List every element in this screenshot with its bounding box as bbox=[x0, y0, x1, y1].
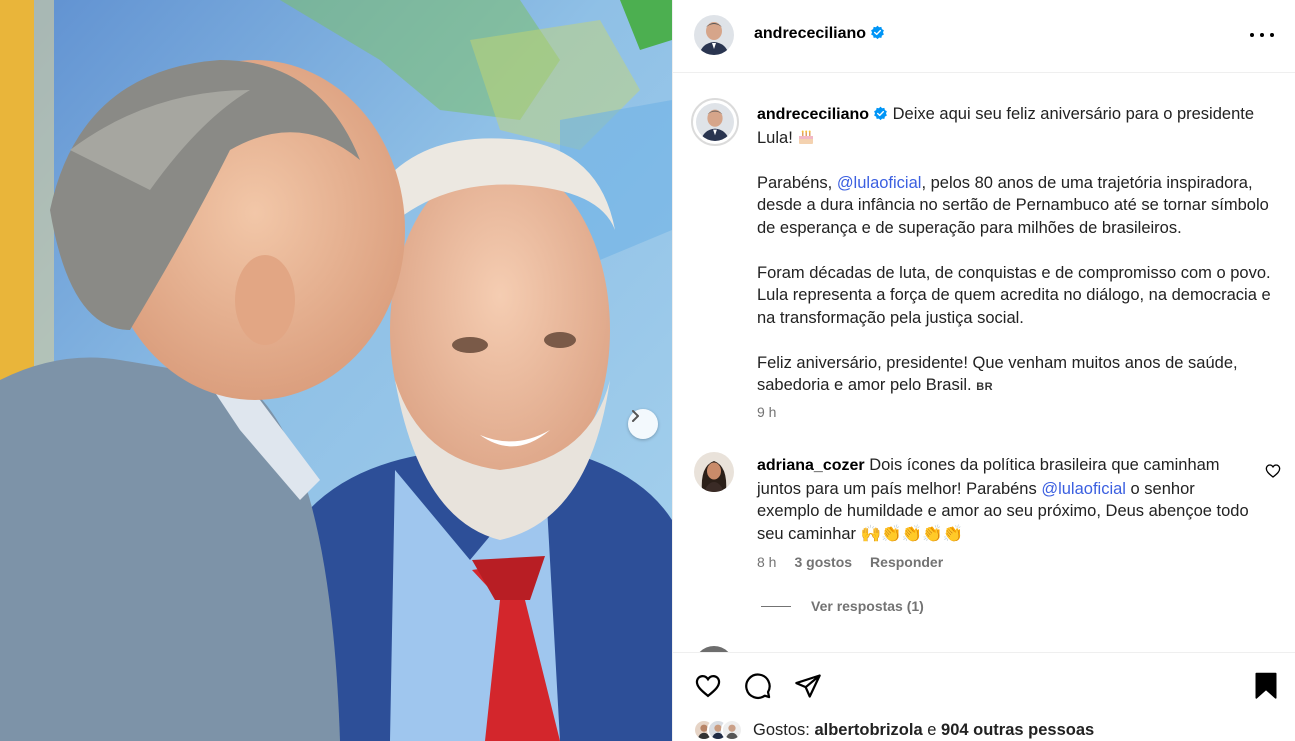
likes-label: Gostos: bbox=[753, 720, 810, 739]
caption-paragraph-4: Feliz aniversário, presidente! Que venha… bbox=[757, 352, 1281, 399]
dot-icon bbox=[1260, 33, 1264, 37]
comments-section[interactable]: andrececiliano Deixe aqui seu feliz aniv… bbox=[673, 74, 1295, 652]
comment-likes-count[interactable]: 3 gostos bbox=[794, 554, 852, 570]
commenter-avatar[interactable] bbox=[694, 452, 734, 492]
caption-timestamp[interactable]: 9 h bbox=[757, 404, 776, 420]
view-replies-button[interactable]: Ver respostas (1) bbox=[761, 598, 924, 614]
caption-author-avatar[interactable] bbox=[691, 98, 739, 146]
mention-link[interactable]: @lulaoficial bbox=[837, 174, 922, 192]
comment-icon bbox=[745, 673, 771, 699]
comment-emojis: 🙌👏👏👏👏 bbox=[860, 524, 964, 543]
caption-intro: andrececiliano Deixe aqui seu feliz aniv… bbox=[757, 103, 1281, 149]
comment-meta: 8 h 3 gostos Responder bbox=[757, 554, 943, 570]
author-username-text[interactable]: andrececiliano bbox=[754, 25, 866, 42]
liker-avatars bbox=[693, 719, 743, 741]
caption-paragraph-2: Parabéns, @lulaoficial, pelos 80 anos de… bbox=[757, 172, 1281, 240]
post-actions: Gostos: albertobrizola e 904 outras pess… bbox=[673, 652, 1295, 741]
caption-paragraph-3: Foram décadas de luta, de conquistas e d… bbox=[757, 263, 1271, 327]
post-caption: andrececiliano Deixe aqui seu feliz aniv… bbox=[757, 103, 1281, 399]
liker-avatar bbox=[721, 719, 743, 741]
post-side-panel: andrececiliano andrececiliano Deixe aqui… bbox=[672, 0, 1295, 741]
caption-text: Parabéns, bbox=[757, 173, 837, 192]
next-photo-button[interactable] bbox=[628, 409, 658, 439]
other-likers-link[interactable]: 904 outras pessoas bbox=[941, 721, 1094, 740]
post-header: andrececiliano bbox=[673, 0, 1295, 73]
dot-icon bbox=[1270, 33, 1274, 37]
verified-badge-icon bbox=[871, 25, 884, 40]
author-username[interactable]: andrececiliano bbox=[754, 25, 885, 43]
brazil-flag-label: BR bbox=[976, 381, 994, 393]
save-button[interactable] bbox=[1251, 671, 1281, 701]
comment-like-button[interactable] bbox=[1265, 463, 1281, 484]
verified-badge-icon bbox=[874, 106, 887, 121]
caption-username[interactable]: andrececiliano bbox=[757, 106, 869, 123]
mention-link[interactable]: @lulaoficial bbox=[1041, 480, 1126, 498]
post-photo[interactable] bbox=[0, 0, 672, 741]
comment-body: adriana_cozer Dois ícones da política br… bbox=[757, 454, 1261, 545]
dot-icon bbox=[1250, 33, 1254, 37]
more-options-button[interactable] bbox=[1250, 25, 1274, 45]
share-button[interactable] bbox=[793, 671, 823, 701]
likes-summary: Gostos: albertobrizola e 904 outras pess… bbox=[693, 719, 1094, 741]
chevron-right-icon bbox=[632, 410, 639, 422]
commenter-username[interactable]: adriana_cozer bbox=[757, 457, 865, 474]
birthday-cake-icon bbox=[798, 130, 813, 144]
view-replies-label[interactable]: Ver respostas (1) bbox=[811, 598, 924, 614]
comment-timestamp[interactable]: 8 h bbox=[757, 554, 776, 570]
likes-connector: e bbox=[927, 720, 937, 739]
replies-divider bbox=[761, 605, 791, 607]
caption-text: Feliz aniversário, presidente! Que venha… bbox=[757, 353, 1238, 395]
like-button[interactable] bbox=[693, 671, 723, 701]
heart-outline-icon bbox=[1265, 464, 1281, 478]
post-image bbox=[0, 0, 672, 741]
comment-button[interactable] bbox=[743, 671, 773, 701]
reply-button[interactable]: Responder bbox=[870, 554, 943, 570]
first-liker-username[interactable]: albertobrizola bbox=[814, 721, 922, 740]
send-icon bbox=[795, 674, 821, 698]
heart-icon bbox=[695, 674, 721, 698]
author-avatar[interactable] bbox=[694, 15, 734, 55]
bookmark-filled-icon bbox=[1255, 672, 1277, 699]
